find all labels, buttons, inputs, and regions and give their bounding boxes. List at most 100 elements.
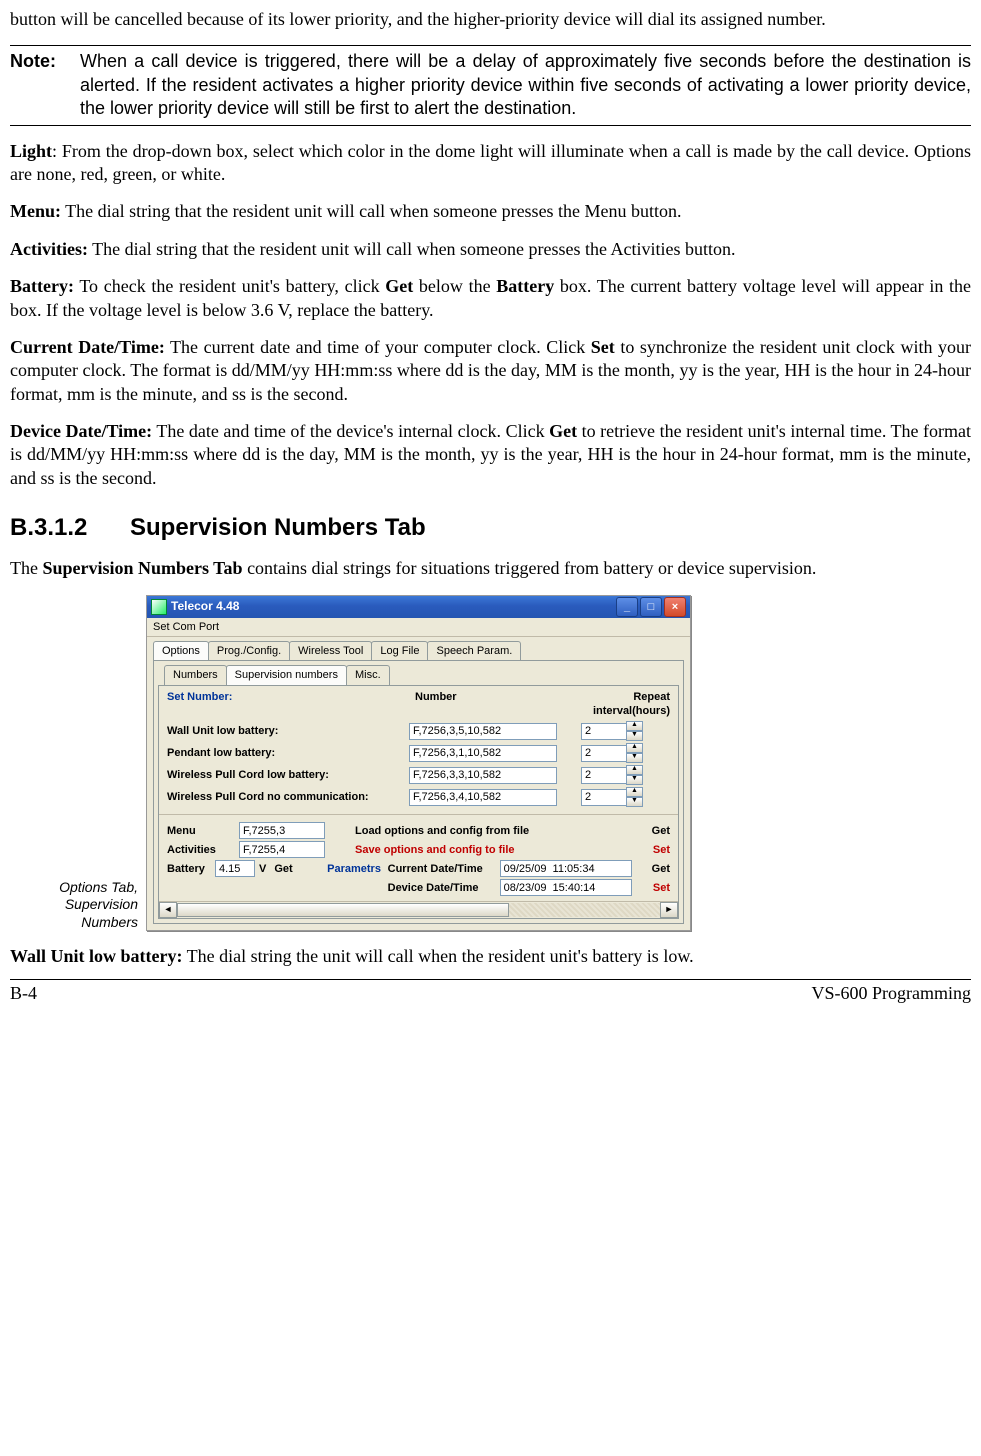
get-ref: Get bbox=[385, 276, 413, 296]
horizontal-scrollbar[interactable]: ◄ ► bbox=[159, 901, 678, 918]
set-button[interactable]: Set bbox=[630, 843, 670, 857]
row-label: Wall Unit low battery: bbox=[167, 724, 409, 738]
repeat-input[interactable] bbox=[581, 723, 627, 740]
device-dt-label: Device Date/Time: bbox=[10, 421, 152, 441]
number-input[interactable] bbox=[409, 789, 557, 806]
spin-up-icon[interactable]: ▲ bbox=[626, 721, 643, 731]
tabs-primary: Options Prog./Config. Wireless Tool Log … bbox=[147, 637, 690, 660]
battery-get-button[interactable]: Get bbox=[274, 862, 292, 876]
device-dt-label: Device Date/Time bbox=[388, 881, 500, 895]
options-panel: Numbers Supervision numbers Misc. Set Nu… bbox=[153, 660, 684, 924]
table-header: Set Number: Number Repeat interval(hours… bbox=[159, 686, 678, 721]
repeat-input[interactable] bbox=[581, 789, 627, 806]
scroll-right-icon[interactable]: ► bbox=[660, 902, 678, 918]
maximize-button[interactable]: □ bbox=[640, 597, 662, 617]
header-set-number: Set Number: bbox=[167, 690, 415, 719]
tab-log-file[interactable]: Log File bbox=[371, 641, 428, 660]
light-body: : From the drop-down box, select which c… bbox=[10, 141, 971, 184]
repeat-spinner: ▲▼ bbox=[581, 743, 643, 763]
divider bbox=[159, 814, 678, 815]
row-wireless-pull-cord-low-battery: Wireless Pull Cord low battery: ▲▼ bbox=[159, 764, 678, 786]
battery-v: V bbox=[259, 862, 266, 876]
repeat-input[interactable] bbox=[581, 767, 627, 784]
titlebar[interactable]: Telecor 4.48 _ □ × bbox=[147, 596, 690, 618]
row-wall-unit-low-battery: Wall Unit low battery: ▲▼ bbox=[159, 720, 678, 742]
menu-body: The dial string that the resident unit w… bbox=[61, 201, 682, 221]
scroll-thumb[interactable] bbox=[177, 903, 509, 917]
repeat-spinner: ▲▼ bbox=[581, 765, 643, 785]
tab-speech-param[interactable]: Speech Param. bbox=[427, 641, 521, 660]
section-number: B.3.1.2 bbox=[10, 512, 130, 543]
spin-down-icon[interactable]: ▼ bbox=[626, 753, 643, 763]
note-body: When a call device is triggered, there w… bbox=[80, 50, 971, 120]
section-title: Supervision Numbers Tab bbox=[130, 514, 426, 541]
repeat-input[interactable] bbox=[581, 745, 627, 762]
header-repeat: Repeat interval(hours) bbox=[565, 690, 670, 719]
activities-input[interactable] bbox=[239, 841, 325, 858]
row-wireless-pull-cord-no-comm: Wireless Pull Cord no communication: ▲▼ bbox=[159, 786, 678, 808]
get-ref-2: Get bbox=[549, 421, 577, 441]
scroll-left-icon[interactable]: ◄ bbox=[159, 902, 177, 918]
minimize-button[interactable]: _ bbox=[616, 597, 638, 617]
activities-label: Activities: bbox=[10, 239, 88, 259]
menu-label: Menu: bbox=[10, 201, 61, 221]
note-top-rule bbox=[10, 45, 971, 46]
window-title: Telecor 4.48 bbox=[171, 599, 614, 615]
battery-paragraph: Battery: To check the resident unit's ba… bbox=[10, 275, 971, 322]
load-label: Load options and config from file bbox=[325, 824, 630, 838]
battery-value[interactable] bbox=[215, 860, 255, 877]
save-label: Save options and config to file bbox=[325, 843, 630, 857]
menu-input[interactable] bbox=[239, 822, 325, 839]
wall-unit-low-battery-paragraph: Wall Unit low battery: The dial string t… bbox=[10, 945, 971, 968]
figure-area: Options Tab, Supervision Numbers Telecor… bbox=[10, 595, 971, 931]
activities-body: The dial string that the resident unit w… bbox=[88, 239, 736, 259]
subtab-numbers[interactable]: Numbers bbox=[164, 665, 227, 684]
section-heading: B.3.1.2Supervision Numbers Tab bbox=[10, 512, 971, 543]
current-dt-input[interactable] bbox=[500, 860, 632, 877]
menu-paragraph: Menu: The dial string that the resident … bbox=[10, 200, 971, 223]
dt-get-button[interactable]: Get bbox=[632, 862, 670, 876]
number-input[interactable] bbox=[409, 767, 557, 784]
spin-down-icon[interactable]: ▼ bbox=[626, 775, 643, 785]
wall-low-label: Wall Unit low battery: bbox=[10, 946, 183, 966]
tab-prog-config[interactable]: Prog./Config. bbox=[208, 641, 290, 660]
subtab-supervision-numbers[interactable]: Supervision numbers bbox=[226, 665, 347, 684]
lower-section: Menu Load options and config from file G… bbox=[159, 821, 678, 901]
number-input[interactable] bbox=[409, 723, 557, 740]
spin-up-icon[interactable]: ▲ bbox=[626, 743, 643, 753]
row-pendant-low-battery: Pendant low battery: ▲▼ bbox=[159, 742, 678, 764]
app-window: Telecor 4.48 _ □ × Set Com Port Options … bbox=[146, 595, 691, 931]
spin-up-icon[interactable]: ▲ bbox=[626, 787, 643, 797]
activities-label: Activities bbox=[167, 843, 239, 857]
app-icon bbox=[151, 599, 167, 615]
close-button[interactable]: × bbox=[664, 597, 686, 617]
footer-right: VS-600 Programming bbox=[812, 982, 972, 1005]
footer-left: B-4 bbox=[10, 982, 37, 1005]
parametrs-label: Parametrs bbox=[320, 862, 387, 876]
figure-caption: Options Tab, Supervision Numbers bbox=[10, 879, 146, 932]
row-label: Pendant low battery: bbox=[167, 746, 409, 760]
dt-set-button[interactable]: Set bbox=[632, 881, 670, 895]
get-button[interactable]: Get bbox=[630, 824, 670, 838]
menu-strip[interactable]: Set Com Port bbox=[147, 618, 690, 637]
tab-options[interactable]: Options bbox=[153, 641, 209, 660]
tab-wireless-tool[interactable]: Wireless Tool bbox=[289, 641, 372, 660]
wall-low-body: The dial string the unit will call when … bbox=[183, 946, 694, 966]
activities-row: Activities Save options and config to fi… bbox=[167, 840, 670, 859]
spin-down-icon[interactable]: ▼ bbox=[626, 797, 643, 807]
scroll-track[interactable] bbox=[177, 903, 660, 917]
spin-down-icon[interactable]: ▼ bbox=[626, 731, 643, 741]
number-input[interactable] bbox=[409, 745, 557, 762]
device-dt-paragraph: Device Date/Time: The date and time of t… bbox=[10, 420, 971, 490]
activities-paragraph: Activities: The dial string that the res… bbox=[10, 238, 971, 261]
device-dt-input[interactable] bbox=[500, 879, 632, 896]
spin-up-icon[interactable]: ▲ bbox=[626, 765, 643, 775]
current-dt-label: Current Date/Time bbox=[388, 862, 500, 876]
intro-continuation: button will be cancelled because of its … bbox=[10, 8, 971, 31]
row-label: Wireless Pull Cord low battery: bbox=[167, 768, 409, 782]
battery-label: Battery bbox=[167, 862, 215, 876]
light-paragraph: Light: From the drop-down box, select wh… bbox=[10, 140, 971, 187]
subtab-misc[interactable]: Misc. bbox=[346, 665, 390, 684]
row-label: Wireless Pull Cord no communication: bbox=[167, 790, 409, 804]
battery-label: Battery: bbox=[10, 276, 74, 296]
